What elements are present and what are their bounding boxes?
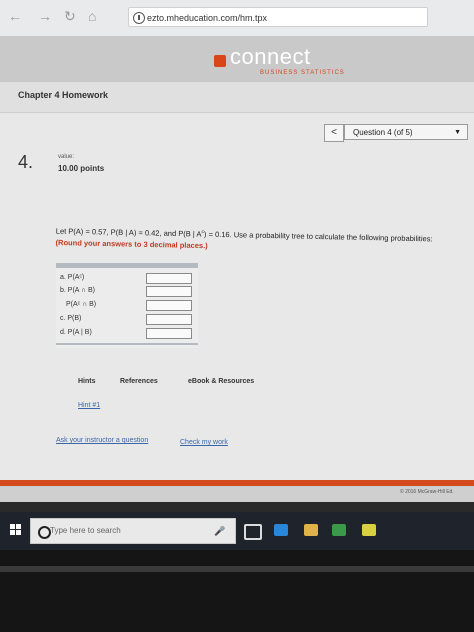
rounding-note: (Round your answers to 3 decimal places.… <box>55 237 208 250</box>
question-points: 10.00 points <box>58 164 105 173</box>
app-logo: connect <box>230 44 311 69</box>
answer-input-a[interactable] <box>146 273 192 284</box>
monitor-bezel <box>0 550 474 632</box>
answer-input-b1[interactable] <box>146 286 192 297</box>
prev-question-button[interactable]: < <box>324 124 344 142</box>
copyright: © 2016 McGraw-Hill Ed. <box>400 489 454 495</box>
answer-row-label: a. P(Aᶜ) <box>60 274 85 281</box>
hint-link[interactable]: Hint #1 <box>78 402 100 409</box>
file-explorer-icon[interactable] <box>304 524 318 536</box>
question-number: 4. <box>18 152 34 172</box>
app-logo-subtitle: BUSINESS STATISTICS <box>260 70 345 76</box>
home-icon[interactable]: ⌂ <box>88 8 96 24</box>
app-icon[interactable] <box>362 524 376 536</box>
ask-instructor-link[interactable]: Ask your instructor a question <box>56 437 148 444</box>
ebook-resources-tab[interactable]: eBook & Resources <box>188 378 254 385</box>
question-select[interactable]: Question 4 (of 5) ▼ <box>344 124 468 140</box>
problem-text-mid: ) = 0.16. Use a probability tree to calc… <box>203 229 433 244</box>
question-select-value: Question 4 (of 5) <box>353 128 413 137</box>
back-icon[interactable]: ← <box>8 8 22 24</box>
check-my-work-link[interactable]: Check my work <box>180 439 228 446</box>
refresh-icon[interactable]: ↻ <box>64 8 76 25</box>
answer-input-d[interactable] <box>146 328 192 339</box>
chevron-down-icon: ▼ <box>454 129 461 136</box>
answer-row-label: d. P(A | B) <box>60 329 92 336</box>
info-icon <box>133 12 145 24</box>
store-icon[interactable] <box>332 524 346 536</box>
monitor-edge <box>0 566 474 572</box>
answer-input-c[interactable] <box>146 314 192 325</box>
hints-tab[interactable]: Hints <box>78 378 96 385</box>
answer-row-label: c. P(B) <box>60 315 82 322</box>
url-text: ezto.mheducation.com/hm.tpx <box>147 13 268 23</box>
problem-text-intro: Let P(A) = 0.57, P(B | A) = 0.42, and P(… <box>55 226 202 239</box>
windows-start-icon[interactable] <box>10 524 21 535</box>
forward-icon[interactable]: → <box>38 8 52 24</box>
answer-row-label: b. P(A ∩ B) <box>60 287 95 294</box>
edge-icon[interactable] <box>274 524 288 536</box>
microphone-icon[interactable]: 🎤 <box>214 526 225 537</box>
chapter-title: Chapter 4 Homework <box>18 90 109 100</box>
answer-input-b2[interactable] <box>146 300 192 311</box>
answer-table: a. P(Aᶜ) b. P(A ∩ B) P(Aᶜ ∩ B) c. P(B) d… <box>56 263 198 348</box>
address-bar[interactable]: ezto.mheducation.com/hm.tpx <box>128 7 428 27</box>
answer-row-label: P(Aᶜ ∩ B) <box>66 301 97 308</box>
references-tab[interactable]: References <box>120 378 158 385</box>
task-view-icon[interactable] <box>244 524 262 540</box>
table-divider <box>56 343 198 345</box>
value-label: value: <box>58 154 75 160</box>
connect-logo-icon <box>214 55 226 67</box>
taskbar-search-input[interactable]: Type here to search <box>50 526 121 535</box>
